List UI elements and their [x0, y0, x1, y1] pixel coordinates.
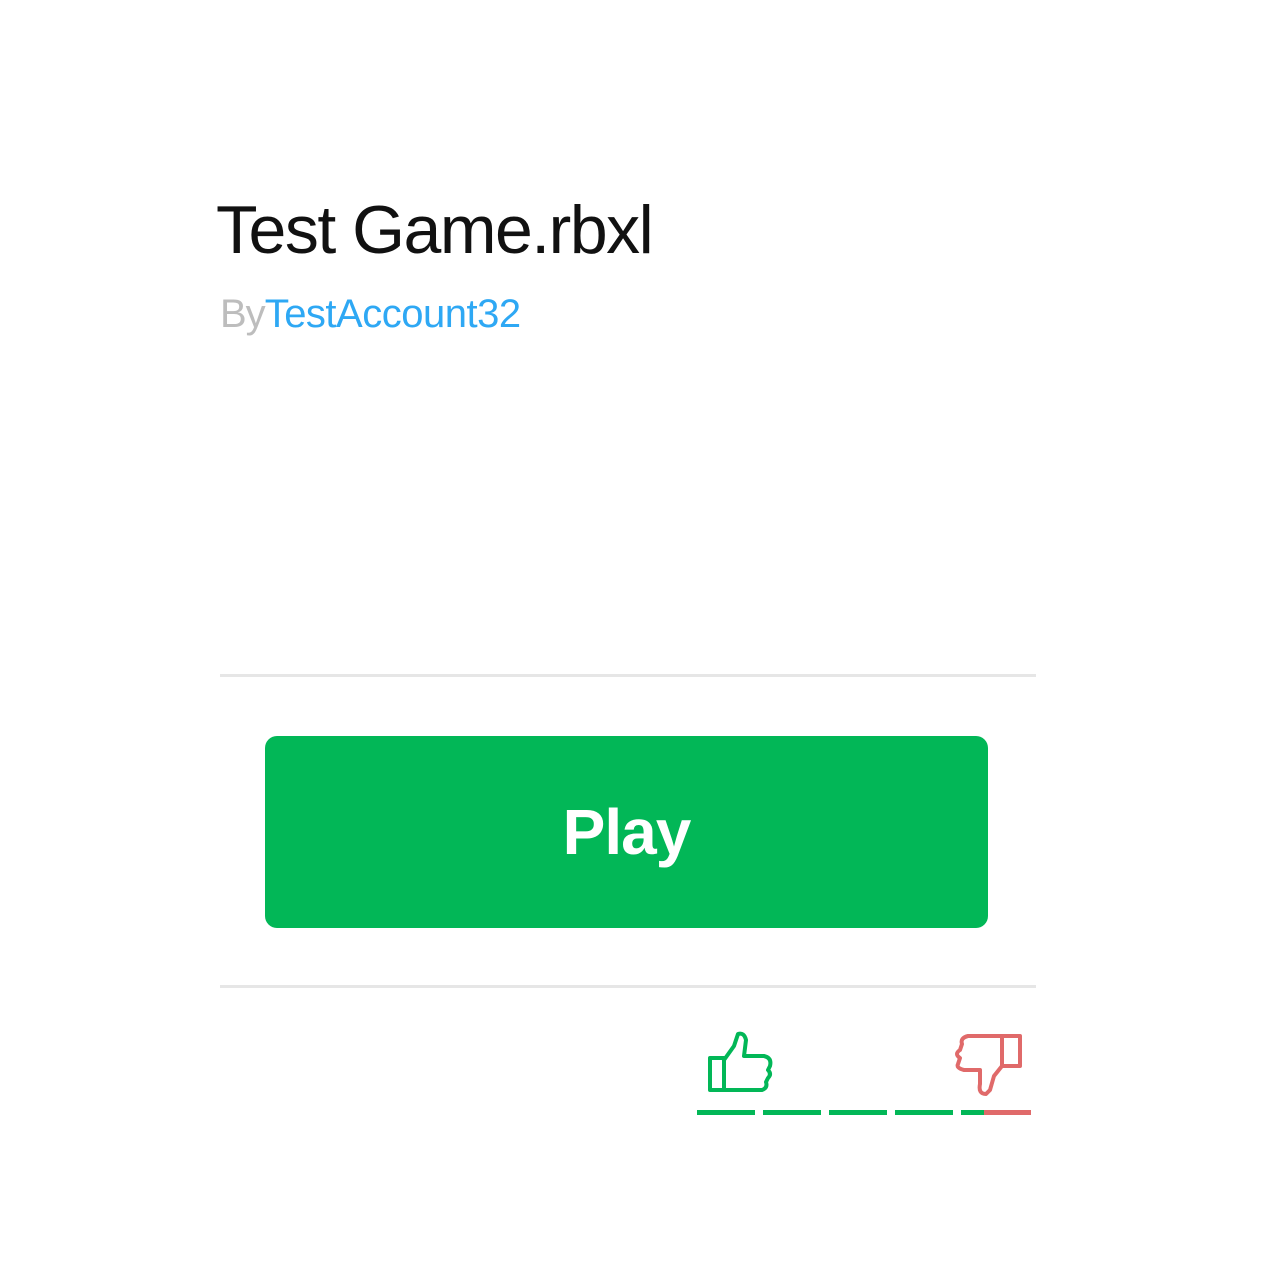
game-title: Test Game.rbxl	[216, 192, 654, 268]
divider-bottom	[220, 985, 1036, 988]
thumbs-down-icon[interactable]	[950, 1028, 1026, 1100]
creator-byline: ByTestAccount32	[220, 290, 521, 338]
divider-top	[220, 674, 1036, 677]
play-button[interactable]: Play	[265, 736, 988, 928]
vote-ratio-fill	[697, 1110, 985, 1115]
by-label: By	[220, 292, 266, 336]
thumbs-up-icon[interactable]	[704, 1028, 776, 1100]
vote-ratio-bar	[697, 1110, 1031, 1115]
creator-link[interactable]: TestAccount32	[265, 292, 521, 336]
